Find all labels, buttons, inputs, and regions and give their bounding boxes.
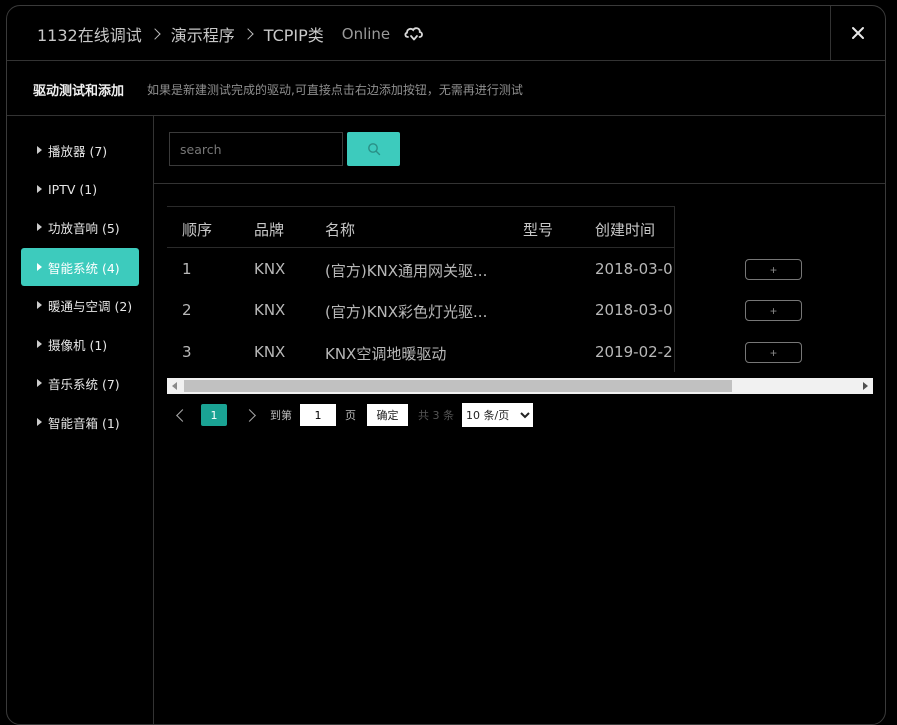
driver-test-subheader: 驱动测试和添加 如果是新建测试完成的驱动,可直接点击右边添加按钮，无需再进行测试	[7, 61, 885, 116]
cell-index: 2	[182, 301, 192, 319]
connection-status: Online	[341, 25, 391, 43]
section-hint: 如果是新建测试完成的驱动,可直接点击右边添加按钮，无需再进行测试	[147, 83, 523, 97]
search-input[interactable]	[169, 132, 343, 166]
search-toolbar	[154, 116, 885, 184]
sidebar-item-hvac[interactable]: 暖通与空调 (2)	[21, 287, 139, 323]
caret-right-icon	[37, 146, 42, 154]
cell-brand: KNX	[254, 260, 286, 278]
sidebar-item-label: 功放音响 (5)	[48, 220, 120, 236]
driver-test-dialog: 1132在线调试 演示程序 TCPIP类 Online 驱动测试和添加 如果是新…	[6, 5, 886, 725]
driver-table: 顺序 品牌 名称 型号 创建时间 1 KNX (官方)KNX通用网关驱... 2…	[167, 206, 873, 392]
cell-created: 2018-03-0	[595, 301, 673, 319]
cell-name: (官方)KNX通用网关驱...	[325, 262, 488, 280]
sidebar-item-iptv[interactable]: IPTV (1)	[21, 171, 139, 207]
goto-label: 到第	[270, 409, 292, 422]
dialog-header: 1132在线调试 演示程序 TCPIP类 Online	[7, 6, 885, 61]
cell-brand: KNX	[254, 343, 286, 361]
driver-list-panel: 顺序 品牌 名称 型号 创建时间 1 KNX (官方)KNX通用网关驱... 2…	[154, 116, 885, 724]
add-driver-button[interactable]: +	[745, 300, 802, 321]
scroll-left-icon[interactable]	[172, 382, 177, 390]
breadcrumb-item-demo-program[interactable]: 演示程序	[171, 22, 235, 46]
sidebar-item-player[interactable]: 播放器 (7)	[21, 132, 139, 168]
caret-right-icon	[37, 418, 42, 426]
column-header-created[interactable]: 创建时间	[595, 219, 655, 240]
caret-right-icon	[37, 223, 42, 231]
goto-confirm-button[interactable]: 确定	[367, 404, 408, 426]
sidebar-item-label: IPTV (1)	[48, 181, 98, 197]
cell-index: 3	[182, 343, 192, 361]
page-label: 页	[345, 409, 356, 422]
sidebar-item-amplifier[interactable]: 功放音响 (5)	[21, 209, 139, 245]
column-header-model[interactable]: 型号	[523, 219, 553, 240]
page-number-current[interactable]: 1	[201, 404, 227, 426]
caret-right-icon	[37, 185, 42, 193]
cell-created: 2019-02-2	[595, 343, 673, 361]
caret-right-icon	[37, 263, 42, 271]
sidebar-item-smart-speaker[interactable]: 智能音箱 (1)	[21, 404, 139, 440]
breadcrumb-item-1132-debug[interactable]: 1132在线调试	[37, 22, 142, 46]
scroll-right-icon[interactable]	[863, 382, 868, 390]
section-title: 驱动测试和添加	[33, 84, 125, 99]
cell-name: (官方)KNX彩色灯光驱...	[325, 303, 488, 321]
cell-name: KNX空调地暖驱动	[325, 345, 447, 363]
sidebar-item-smart-system[interactable]: 智能系统 (4)	[21, 248, 139, 286]
cell-brand: KNX	[254, 301, 286, 319]
pagination: 1 到第 页 确定 共 3 条 10 条/页	[174, 403, 533, 427]
page-size-select[interactable]: 10 条/页	[462, 403, 533, 427]
caret-right-icon	[37, 340, 42, 348]
category-sidebar: 播放器 (7) IPTV (1) 功放音响 (5) 智能系统 (4) 暖通与空调…	[7, 116, 154, 724]
table-horizontal-scrollbar[interactable]	[167, 378, 873, 394]
prev-page-icon[interactable]	[176, 408, 189, 422]
cloud-download-icon[interactable]	[403, 24, 425, 44]
search-icon	[367, 143, 380, 156]
cell-index: 1	[182, 260, 192, 278]
chevron-right-icon	[149, 28, 161, 40]
column-header-name[interactable]: 名称	[325, 219, 355, 240]
sidebar-item-label: 智能音箱 (1)	[48, 415, 120, 431]
chevron-right-icon	[242, 28, 254, 40]
caret-right-icon	[37, 379, 42, 387]
total-count: 共 3 条	[418, 409, 454, 422]
goto-page-input[interactable]	[300, 404, 336, 426]
sidebar-item-label: 摄像机 (1)	[48, 337, 108, 353]
close-button[interactable]	[830, 6, 885, 60]
add-driver-button[interactable]: +	[745, 342, 802, 363]
close-icon	[852, 27, 864, 39]
search-button[interactable]	[347, 132, 400, 166]
add-driver-button[interactable]: +	[745, 259, 802, 280]
next-page-icon[interactable]	[243, 408, 256, 422]
breadcrumb-item-tcpip[interactable]: TCPIP类	[264, 22, 324, 46]
action-column: + + +	[674, 206, 873, 372]
sidebar-item-camera[interactable]: 摄像机 (1)	[21, 326, 139, 362]
scrollbar-thumb[interactable]	[184, 380, 732, 392]
column-header-brand[interactable]: 品牌	[254, 219, 284, 240]
sidebar-item-music-system[interactable]: 音乐系统 (7)	[21, 365, 139, 401]
cell-created: 2018-03-0	[595, 260, 673, 278]
sidebar-item-label: 暖通与空调 (2)	[48, 298, 133, 314]
caret-right-icon	[37, 301, 42, 309]
sidebar-item-label: 智能系统 (4)	[48, 260, 120, 276]
breadcrumb: 1132在线调试 演示程序 TCPIP类 Online	[37, 22, 425, 46]
sidebar-item-label: 播放器 (7)	[48, 143, 108, 159]
column-header-index[interactable]: 顺序	[182, 219, 212, 240]
sidebar-item-label: 音乐系统 (7)	[48, 376, 120, 392]
